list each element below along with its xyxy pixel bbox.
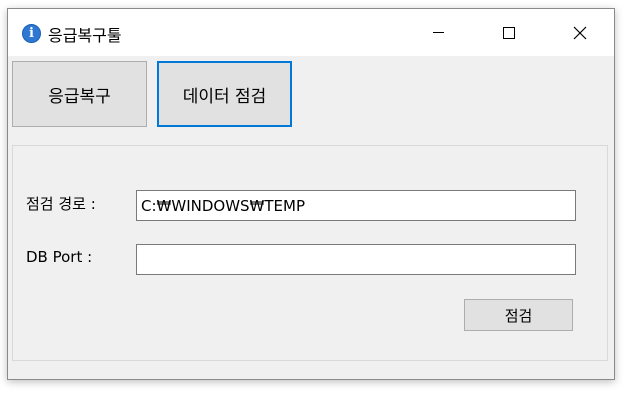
- window-title: 응급복구툴: [48, 26, 122, 45]
- minimize-icon: [432, 32, 444, 33]
- title-bar[interactable]: i 응급복구툴: [8, 9, 614, 56]
- close-button[interactable]: [557, 9, 603, 56]
- check-path-label: 점검 경로 :: [26, 195, 96, 213]
- data-check-button[interactable]: 데이터 점검: [157, 61, 292, 127]
- close-icon: [573, 26, 587, 39]
- check-path-input[interactable]: [136, 190, 576, 221]
- db-port-input[interactable]: [136, 244, 576, 275]
- maximize-button[interactable]: [486, 9, 532, 56]
- emergency-recovery-button[interactable]: 응급복구: [12, 61, 147, 127]
- maximize-icon: [503, 26, 515, 39]
- minimize-button[interactable]: [415, 9, 461, 56]
- db-port-label: DB Port :: [26, 248, 93, 266]
- info-icon: i: [22, 24, 41, 43]
- check-button[interactable]: 점검: [464, 299, 573, 331]
